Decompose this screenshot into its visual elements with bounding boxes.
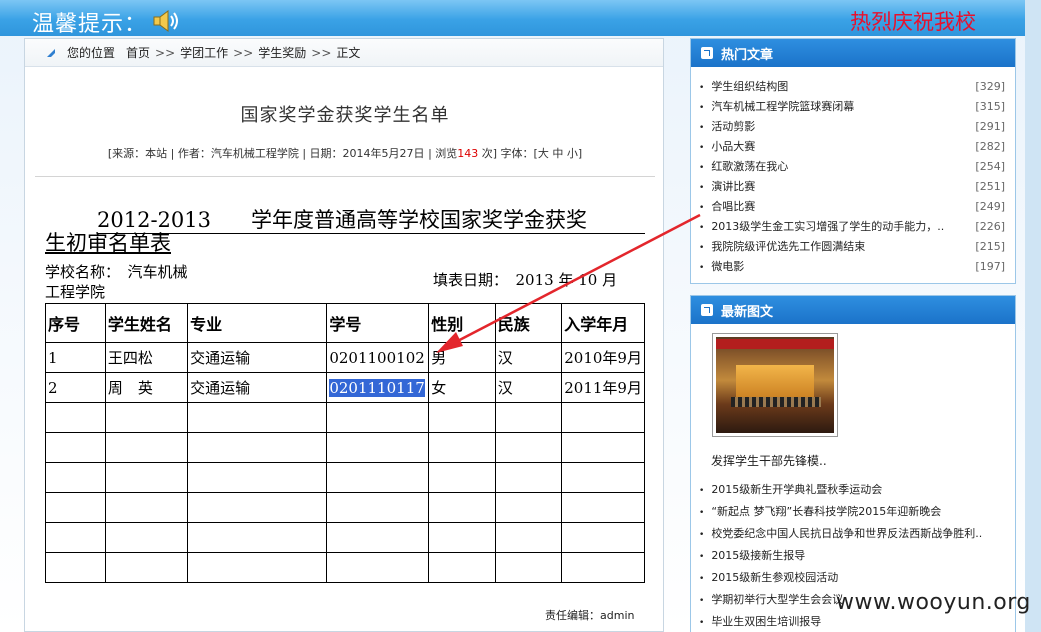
responsible-editor: 责任编辑：admin: [545, 609, 635, 622]
header-cell: 学生姓名: [104, 303, 189, 343]
table-cell: 交通运输: [187, 342, 328, 373]
header-cell: 入学年月: [561, 303, 645, 343]
watermark: www.wooyun.org: [836, 590, 1031, 615]
list-item[interactable]: 汽车机械工程学院篮球赛闭幕[315]: [699, 97, 1005, 117]
doc-title-line1: 2012-2013 学年度普通高等学校国家奖学金获奖: [45, 209, 645, 232]
latest-pics-box: 最新图文 发挥学生干部先锋模.. 2015级新生开学典礼暨秋季运动会 “新起点 …: [690, 295, 1016, 632]
school-name: 学校名称： 汽车机械工程学院: [45, 263, 188, 301]
table-row: 2 周 英 交通运输 0201110117 女 汉 2011年9月: [45, 372, 645, 403]
table-cell: 周 英: [104, 372, 189, 403]
nominee-table: 序号 学生姓名 专业 学号 性别 民族 入学年月 1 王四松 交通运输 0201…: [45, 303, 645, 583]
meta-author: | 作者：汽车机械工程学院: [170, 147, 299, 160]
table-header-row: 序号 学生姓名 专业 学号 性别 民族 入学年月: [45, 303, 645, 343]
arrow-box-icon: [701, 304, 713, 316]
document-content: 2012-2013 学年度普通高等学校国家奖学金获奖 生初审名单表 学校名称： 汽…: [45, 209, 645, 599]
list-item[interactable]: 演讲比赛[251]: [699, 177, 1005, 197]
meta-date: | 日期：2014年5月27日: [302, 147, 425, 160]
marquee-text[interactable]: 热烈庆祝我校: [850, 6, 1025, 36]
hot-articles-header: 热门文章: [691, 39, 1015, 67]
hot-articles-box: 热门文章 学生组织结构图[329] 汽车机械工程学院篮球赛闭幕[315] 活动剪…: [690, 38, 1016, 284]
doc-title-underline: [97, 233, 645, 234]
hot-articles-list: 学生组织结构图[329] 汽车机械工程学院篮球赛闭幕[315] 活动剪影[291…: [691, 67, 1015, 277]
latest-pics-header: 最新图文: [691, 296, 1015, 324]
breadcrumb-separator: >>: [155, 45, 176, 60]
meta-source: [来源：本站: [107, 147, 168, 160]
selected-student-id[interactable]: 0201110117: [329, 378, 425, 397]
latest-pics-title: 最新图文: [721, 304, 774, 320]
meta-font-size[interactable]: 次] 字体：[大 中 小]: [482, 147, 582, 160]
table-cell: 男: [428, 342, 496, 373]
header-cell: 专业: [187, 303, 328, 343]
table-cell: 1: [45, 342, 106, 373]
table-cell: 0201100102: [326, 342, 430, 373]
page-edge: [1025, 0, 1041, 632]
list-item[interactable]: 2015级新生开学典礼暨秋季运动会: [699, 479, 1009, 501]
list-item[interactable]: “新起点 梦飞翔”长春科技学院2015年迎新晚会: [699, 501, 1009, 523]
arrow-box-icon: [701, 47, 713, 59]
doc-title-line2: 生初审名单表: [45, 231, 171, 255]
list-item[interactable]: 学生组织结构图[329]: [699, 77, 1005, 97]
table-row-empty: [45, 492, 645, 523]
breadcrumb-student-work[interactable]: 学团工作: [180, 44, 228, 61]
table-row-empty: [45, 522, 645, 553]
news-photo[interactable]: [712, 333, 838, 437]
list-item[interactable]: 2015级新生参观校园活动: [699, 567, 1009, 589]
meta-views-prefix: | 浏览: [428, 147, 458, 160]
list-item[interactable]: 微电影[197]: [699, 257, 1005, 277]
breadcrumb-home[interactable]: 首页: [126, 44, 150, 61]
table-cell: 交通运输: [187, 372, 328, 403]
list-item[interactable]: 2015级接新生报导: [699, 545, 1009, 567]
table-cell: 2010年9月: [561, 342, 645, 373]
table-cell: 2: [45, 372, 106, 403]
breadcrumb-student-awards[interactable]: 学生奖励: [258, 44, 306, 61]
table-cell: 女: [428, 372, 496, 403]
table-cell: 汉: [494, 342, 563, 373]
list-item[interactable]: 2013级学生金工实习增强了学生的动手能力，..[226]: [699, 217, 1005, 237]
breadcrumb-prefix: 您的位置: [67, 46, 116, 60]
table-cell[interactable]: 0201110117: [326, 372, 430, 403]
list-item[interactable]: 活动剪影[291]: [699, 117, 1005, 137]
doc-title-rest: 学年度普通高等学校国家奖学金获奖: [250, 209, 587, 232]
table-cell: 汉: [494, 372, 563, 403]
doc-title-year: 2012-2013: [97, 209, 211, 232]
breadcrumb-current: 正文: [336, 46, 361, 60]
breadcrumb: 您的位置 首页 >> 学团工作 >> 学生奖励 >> 正文: [25, 39, 663, 67]
table-row-empty: [45, 462, 645, 493]
breadcrumb-separator: >>: [233, 45, 254, 60]
divider: [35, 176, 655, 177]
table-row-empty: [45, 552, 645, 583]
header-cell: 性别: [428, 303, 496, 343]
breadcrumb-separator: >>: [311, 45, 332, 60]
table-cell: 王四松: [104, 342, 189, 373]
photo-caption[interactable]: 发挥学生干部先锋模..: [711, 452, 827, 469]
header-cell: 民族: [494, 303, 563, 343]
list-item[interactable]: 校党委纪念中国人民抗日战争和世界反法西斯战争胜利..: [699, 523, 1009, 545]
list-item[interactable]: 我院院级评优选先工作圆满结束[215]: [699, 237, 1005, 257]
table-row: 1 王四松 交通运输 0201100102 男 汉 2010年9月: [45, 342, 645, 373]
notice-bar: 温馨提示： 热烈庆祝我校: [0, 0, 1041, 37]
list-item[interactable]: 红歌激荡在我心[254]: [699, 157, 1005, 177]
header-cell: 序号: [45, 303, 106, 343]
list-item[interactable]: 合唱比赛[249]: [699, 197, 1005, 217]
table-row-empty: [45, 402, 645, 433]
table-row-empty: [45, 432, 645, 463]
article-panel: 您的位置 首页 >> 学团工作 >> 学生奖励 >> 正文 国家奖学金获奖学生名…: [24, 38, 664, 632]
article-title: 国家奖学金获奖学生名单: [240, 105, 450, 126]
article-meta: [来源：本站 | 作者：汽车机械工程学院 | 日期：2014年5月27日 | 浏…: [25, 145, 665, 161]
notice-label: 温馨提示：: [32, 12, 148, 37]
location-icon: [47, 48, 55, 57]
meta-views-count: 143: [457, 147, 479, 160]
list-item[interactable]: 小品大赛[282]: [699, 137, 1005, 157]
hot-articles-title: 热门文章: [721, 47, 774, 63]
fill-date: 填表日期： 2013 年 10 月: [433, 271, 618, 289]
speaker-icon: [153, 10, 178, 32]
table-cell: 2011年9月: [561, 372, 645, 403]
header-cell: 学号: [326, 303, 430, 343]
